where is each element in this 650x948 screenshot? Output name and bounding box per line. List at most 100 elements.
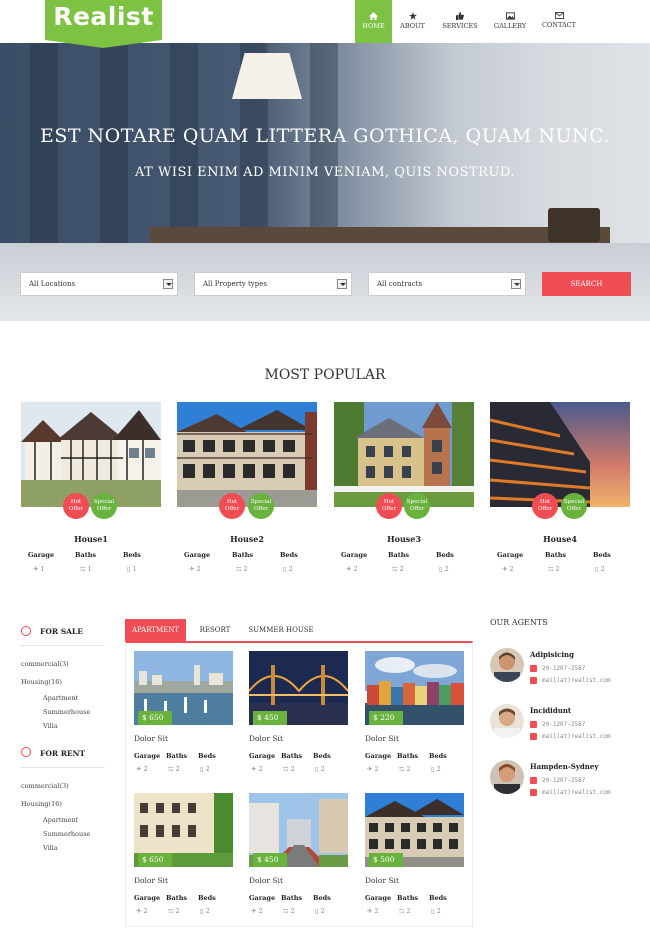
baths-label: Baths: [388, 551, 410, 559]
sidebar-item-apartment[interactable]: Apartment: [43, 816, 78, 824]
nav-services-label[interactable]: SERVICES: [438, 22, 482, 30]
agent-name[interactable]: Hampden-Sydney: [530, 762, 598, 771]
nav-about[interactable]: ABOUT: [394, 0, 431, 43]
baths-value: ⇆ 2: [399, 907, 411, 915]
nav-contact-label[interactable]: CONTACT: [539, 21, 579, 29]
agent-phone: 20-1207-2587: [542, 721, 586, 728]
house3-image[interactable]: [334, 402, 474, 507]
avatar[interactable]: [490, 760, 524, 794]
agent-phone: 20-1207-2587: [542, 665, 586, 672]
most-popular-heading: MOST POPULAR: [264, 367, 386, 383]
avatar[interactable]: [490, 704, 524, 738]
nav-contact[interactable]: CONTACT: [539, 0, 579, 43]
search-button[interactable]: SEARCH: [542, 272, 631, 296]
hero-title: EST NOTARE QUAM LITTERA GOTHICA, QUAM NU…: [39, 125, 611, 147]
divider: [20, 767, 105, 768]
listing-title[interactable]: Dolor Sit: [365, 876, 399, 885]
garage-value: ✈ 2: [251, 907, 263, 915]
beds-label: Beds: [429, 752, 447, 760]
agent-phone: 20-1207-2587: [542, 777, 586, 784]
sidebar-item-villa[interactable]: Villa: [43, 844, 58, 852]
garage-value: ✈ 2: [502, 565, 514, 573]
garage-label: Garage: [365, 894, 392, 902]
sidebar-item-apartment[interactable]: Apartment: [43, 694, 78, 702]
tab-resort[interactable]: RESORT: [192, 619, 238, 641]
sidebar-item-housing[interactable]: Housing(16): [21, 800, 62, 808]
garage-value: ✈ 2: [251, 765, 263, 773]
for-rent-heading[interactable]: FOR RENT: [40, 749, 85, 758]
price-tag: $ 650: [138, 711, 172, 725]
nav-home[interactable]: HOME: [355, 0, 392, 43]
garage-value: ✈ 2: [367, 765, 379, 773]
house1-name[interactable]: House1: [21, 534, 161, 544]
beds-label: Beds: [313, 752, 331, 760]
property-type-select[interactable]: All Property types: [194, 272, 352, 296]
garage-count: 2: [143, 765, 148, 773]
garage-label: Garage: [184, 551, 211, 559]
agent-email[interactable]: mail(at)realist.com: [542, 789, 611, 796]
nav-gallery[interactable]: GALLERY: [490, 0, 530, 43]
garage-label: Garage: [365, 752, 392, 760]
garage-label: Garage: [497, 551, 524, 559]
baths-count: 2: [175, 765, 180, 773]
listing-title[interactable]: Dolor Sit: [249, 876, 283, 885]
tab-summer-house[interactable]: SUMMER HOUSE: [246, 619, 316, 641]
house2-name[interactable]: House2: [177, 534, 317, 544]
house1-image[interactable]: [21, 402, 161, 507]
garage-value: ✈ 2: [136, 907, 148, 915]
sidebar-item-housing[interactable]: Housing(16): [21, 678, 62, 686]
for-sale-heading[interactable]: FOR SALE: [40, 627, 83, 636]
nav-services[interactable]: SERVICES: [438, 0, 482, 43]
hot-offer-badge: Hot Offer: [63, 493, 89, 519]
chevron-down-icon[interactable]: [511, 279, 521, 289]
baths-count: 2: [243, 565, 248, 573]
listing-title[interactable]: Dolor Sit: [365, 734, 399, 743]
nav-gallery-label[interactable]: GALLERY: [490, 22, 530, 30]
baths-count: 2: [290, 765, 295, 773]
listing-title[interactable]: Dolor Sit: [249, 734, 283, 743]
house3-name[interactable]: House3: [334, 534, 474, 544]
chevron-down-icon[interactable]: [337, 279, 347, 289]
baths-label: Baths: [166, 894, 188, 902]
garage-value: ✈ 2: [136, 765, 148, 773]
sidebar-item-commercial[interactable]: commercial(3): [21, 660, 69, 668]
our-agents-heading: OUR AGENTS: [490, 618, 548, 627]
beds-value: ▯ 2: [315, 765, 325, 773]
house2-image[interactable]: [177, 402, 317, 507]
garage-count: 2: [374, 765, 379, 773]
beds-value: ▯ 2: [200, 765, 210, 773]
listing-title[interactable]: Dolor Sit: [134, 734, 168, 743]
agent-name[interactable]: Incididunt: [530, 706, 571, 715]
nav-home-label[interactable]: HOME: [355, 22, 392, 30]
listing-title[interactable]: Dolor Sit: [134, 876, 168, 885]
house4-name[interactable]: House4: [490, 534, 630, 544]
house4-image[interactable]: [490, 402, 630, 507]
agent-name[interactable]: Adipisicing: [530, 650, 574, 659]
garage-label: Garage: [134, 752, 161, 760]
chevron-down-icon[interactable]: [163, 279, 173, 289]
location-select[interactable]: All Locations: [20, 272, 178, 296]
sidebar-item-summerhouse[interactable]: Summerhouse: [43, 708, 90, 716]
agent-email[interactable]: mail(at)realist.com: [542, 677, 611, 684]
baths-count: 2: [555, 565, 560, 573]
logo[interactable]: Realist: [45, 0, 162, 48]
garage-label: Garage: [134, 894, 161, 902]
tab-apartment[interactable]: APARTMENT: [125, 619, 186, 641]
beds-label: Beds: [198, 752, 216, 760]
avatar[interactable]: [490, 648, 524, 682]
agent-email[interactable]: mail(at)realist.com: [542, 733, 611, 740]
logo-text[interactable]: Realist: [45, 2, 162, 31]
beds-label: Beds: [280, 551, 298, 559]
baths-label: Baths: [281, 752, 303, 760]
sidebar-item-commercial[interactable]: commercial(3): [21, 782, 69, 790]
contract-select[interactable]: All contracts: [368, 272, 526, 296]
sidebar-item-villa[interactable]: Villa: [43, 722, 58, 730]
garage-value: ✈ 2: [346, 565, 358, 573]
beds-count: 2: [288, 565, 293, 573]
beds-value: ▯ 2: [200, 907, 210, 915]
nav-about-label[interactable]: ABOUT: [394, 22, 431, 30]
mail-icon: [530, 789, 537, 796]
baths-label: Baths: [397, 752, 419, 760]
sidebar-item-summerhouse[interactable]: Summerhouse: [43, 830, 90, 838]
hero-subtitle: AT WISI ENIM AD MINIM VENIAM, QUIS NOSTR…: [134, 165, 516, 180]
